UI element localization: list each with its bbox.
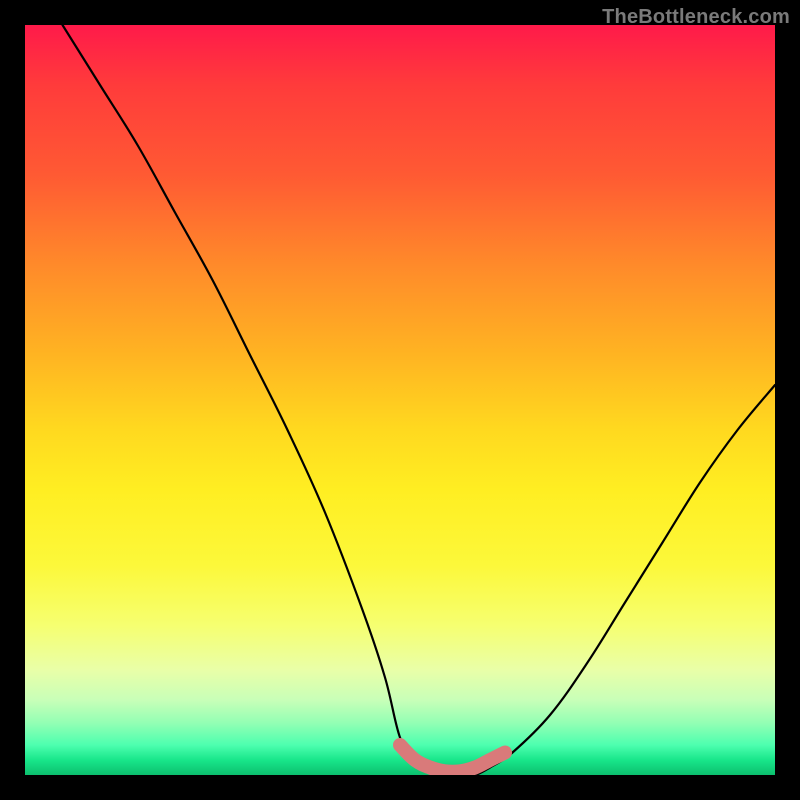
bottleneck-zone-path bbox=[400, 745, 505, 772]
chart-plot-area bbox=[25, 25, 775, 775]
chart-svg bbox=[25, 25, 775, 775]
bottleneck-curve-path bbox=[63, 25, 776, 775]
watermark-text: TheBottleneck.com bbox=[602, 6, 790, 29]
